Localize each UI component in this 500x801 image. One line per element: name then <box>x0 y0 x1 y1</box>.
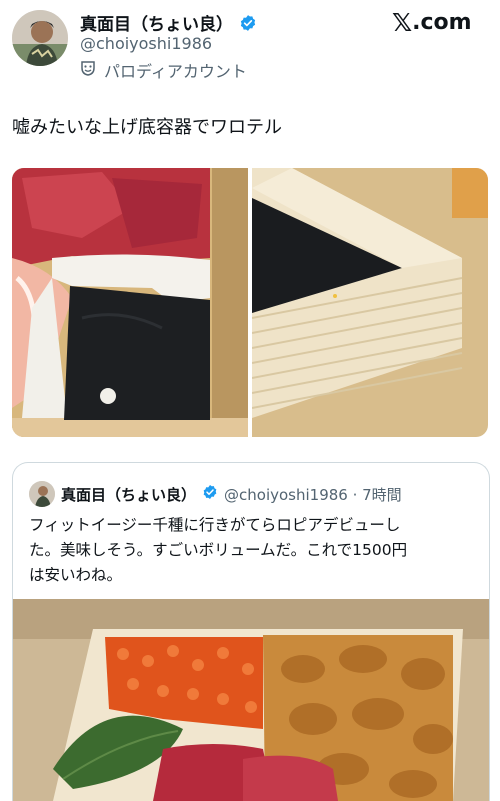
avatar[interactable] <box>12 10 68 66</box>
x-logo: 𝕏 .com <box>392 8 472 37</box>
quoted-text-line: た。美味しそう。すごいボリュームだ。これで1500円 <box>29 541 408 559</box>
quoted-display-name[interactable]: 真面目（ちょい良） <box>61 484 196 505</box>
media-image-sushi-box[interactable] <box>12 168 248 437</box>
author-row: 真面目（ちょい良） <box>80 10 257 35</box>
quoted-text-line: は安いわね。 <box>29 566 123 584</box>
quoted-text-line: フィットイージー千種に行きがてらロピアデビューし <box>29 516 401 534</box>
display-name[interactable]: 真面目（ちょい良） <box>80 10 233 35</box>
quoted-tweet[interactable]: 真面目（ちょい良） @choiyoshi1986 · 7時間 フィットイージー千… <box>12 462 490 801</box>
verified-badge-icon <box>202 484 218 504</box>
x-logo-mark: 𝕏 <box>392 8 413 37</box>
quoted-handle-time[interactable]: @choiyoshi1986 · 7時間 <box>224 484 402 505</box>
quoted-tweet-text: フィットイージー千種に行きがてらロピアデビューし た。美味しそう。すごいボリュー… <box>29 513 475 588</box>
tweet-text: 嘘みたいな上げ底容器でワロテル <box>12 117 282 138</box>
parody-mask-icon <box>80 60 96 80</box>
quoted-tweet-header: 真面目（ちょい良） @choiyoshi1986 · 7時間 <box>29 481 402 507</box>
parody-label: パロディアカウント <box>80 58 247 82</box>
parody-text: パロディアカウント <box>104 62 247 81</box>
media-image-empty-container[interactable] <box>252 168 488 437</box>
verified-badge-icon <box>239 14 257 32</box>
x-logo-suffix: .com <box>412 10 472 35</box>
quoted-avatar[interactable] <box>29 481 55 507</box>
handle[interactable]: @choiyoshi1986 <box>80 34 212 53</box>
tweet-media[interactable] <box>12 168 488 437</box>
quoted-media-image-seafood-bowl[interactable] <box>13 599 489 801</box>
